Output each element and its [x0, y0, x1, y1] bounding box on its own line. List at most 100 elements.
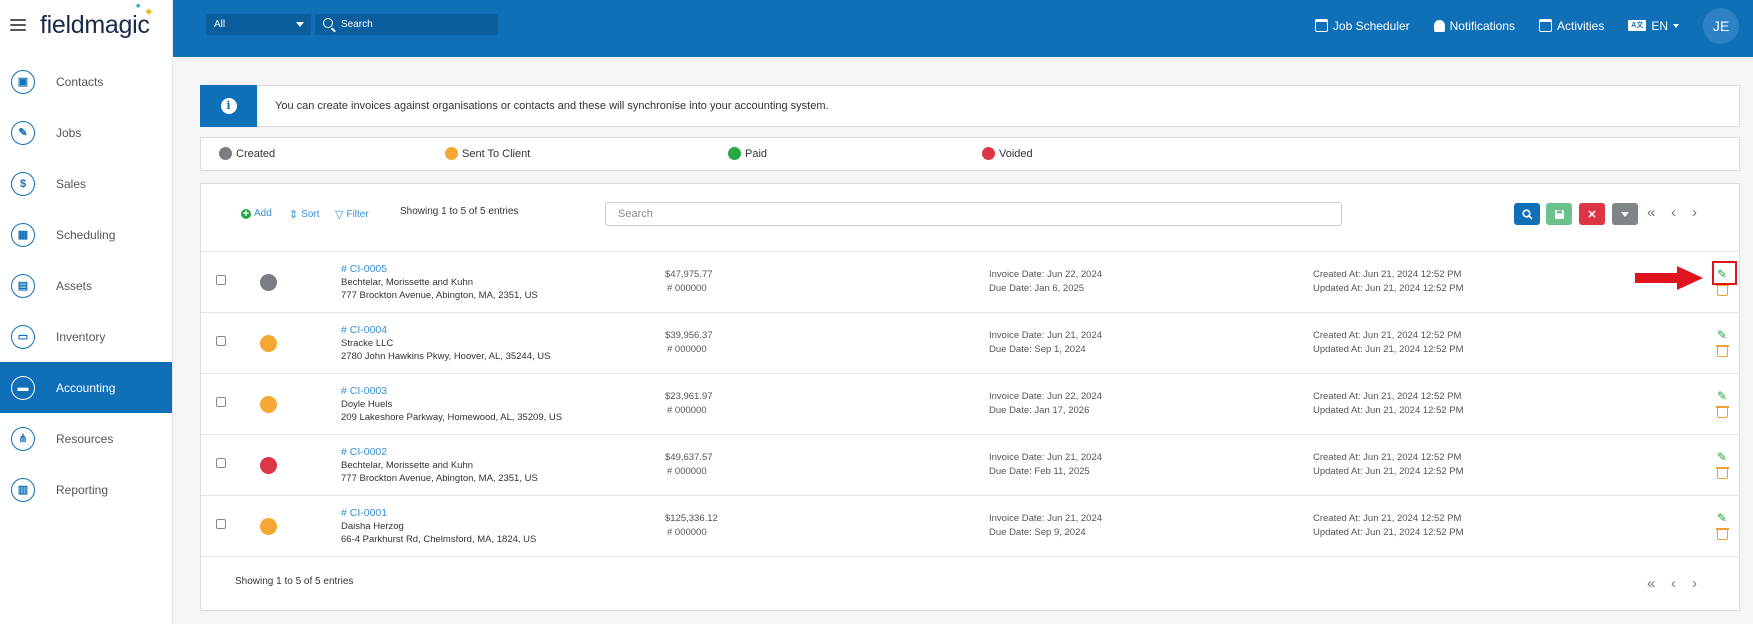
filter-button[interactable]: ▽ Filter	[335, 208, 369, 221]
created-at: Created At: Jun 21, 2024 12:52 PM	[1313, 391, 1462, 402]
invoice-date: Invoice Date: Jun 22, 2024	[989, 391, 1103, 402]
job-scheduler-button[interactable]: Job Scheduler	[1314, 18, 1410, 33]
trash-icon[interactable]	[1716, 406, 1729, 418]
table-row[interactable]: # CI-0003 Doyle Huels 209 Lakeshore Park…	[201, 374, 1739, 435]
options-dropdown-button[interactable]	[1612, 203, 1638, 225]
sidebar-item-assets[interactable]: ▤ Assets	[0, 260, 172, 311]
customer-name: Daisha Herzog	[341, 521, 404, 532]
customer-address: 777 Brockton Avenue, Abington, MA, 2351,…	[341, 290, 538, 301]
trash-icon[interactable]	[1716, 528, 1729, 540]
sidebar-item-resources[interactable]: ⋔ Resources	[0, 413, 172, 464]
logo-prefix: field	[40, 10, 85, 39]
activities-button[interactable]: Activities	[1538, 18, 1605, 33]
trash-icon[interactable]	[1716, 467, 1729, 479]
legend-label: Voided	[999, 147, 1033, 160]
hamburger-menu-icon[interactable]	[10, 19, 26, 31]
row-checkbox[interactable]	[216, 458, 226, 468]
prev-page-icon[interactable]: ‹	[1671, 575, 1676, 592]
calendar-icon: ▦	[11, 222, 35, 247]
legend-paid: Paid	[728, 147, 767, 160]
invoice-number-link[interactable]: # CI-0004	[341, 324, 387, 336]
sidebar-item-inventory[interactable]: ▭ Inventory	[0, 311, 172, 362]
edit-pencil-icon[interactable]: ✎	[1717, 389, 1729, 403]
avatar[interactable]: JE	[1703, 7, 1739, 44]
next-page-icon[interactable]: ›	[1692, 575, 1697, 592]
chevron-down-icon	[1621, 211, 1629, 217]
search-button[interactable]	[1514, 203, 1540, 225]
sort-button[interactable]: ⇕ Sort	[289, 208, 320, 221]
job-scheduler-label: Job Scheduler	[1332, 18, 1410, 33]
due-date: Due Date: Sep 9, 2024	[989, 527, 1086, 538]
search-scope-select[interactable]: All	[206, 14, 311, 35]
fieldmagic-logo[interactable]: fieldmagic ✦ ✦	[40, 1, 154, 40]
notifications-button[interactable]: Notifications	[1433, 19, 1515, 33]
updated-at: Updated At: Jun 21, 2024 12:52 PM	[1313, 344, 1464, 355]
highlight-box	[1712, 261, 1737, 285]
language-select[interactable]: A文 EN	[1628, 19, 1679, 33]
first-page-icon[interactable]: «	[1647, 575, 1655, 592]
table-row[interactable]: # CI-0004 Stracke LLC 2780 John Hawkins …	[201, 313, 1739, 374]
invoice-number-link[interactable]: # CI-0002	[341, 446, 387, 458]
top-bar: All Search Job Scheduler Notifications A…	[173, 0, 1753, 57]
status-dot	[260, 274, 277, 291]
row-checkbox[interactable]	[216, 275, 226, 285]
calendar-icon	[1314, 19, 1328, 32]
sidebar-item-reporting[interactable]: ▥ Reporting	[0, 464, 172, 515]
sidebar-item-label: Resources	[56, 431, 114, 446]
trash-icon[interactable]	[1716, 345, 1729, 357]
save-button[interactable]	[1546, 203, 1572, 225]
invoice-amount: $23,961.97	[665, 391, 713, 402]
entries-count-bottom: Showing 1 to 5 of 5 entries	[235, 576, 354, 587]
sort-label: Sort	[301, 209, 320, 220]
wrench-icon: ✎	[11, 120, 35, 145]
clear-button[interactable]: ✕	[1579, 203, 1605, 225]
sparkle-icon: ✦	[143, 4, 154, 19]
invoice-amount: $47,975.77	[665, 269, 713, 280]
close-icon: ✕	[1587, 208, 1597, 221]
entries-count: Showing 1 to 5 of 5 entries	[400, 206, 519, 217]
sidebar-item-accounting[interactable]: ▬ Accounting	[0, 362, 172, 413]
prev-page-icon[interactable]: ‹	[1671, 204, 1676, 221]
table-row[interactable]: # CI-0005 Bechtelar, Morissette and Kuhn…	[201, 252, 1739, 313]
activities-label: Activities	[1556, 18, 1605, 33]
row-checkbox[interactable]	[216, 336, 226, 346]
invoice-number-link[interactable]: # CI-0001	[341, 507, 387, 519]
invoice-number-link[interactable]: # CI-0005	[341, 263, 387, 275]
sidebar-nav: ▣ Contacts ✎ Jobs $ Sales ▦ Scheduling ▤ Assets ▭ I…	[0, 56, 172, 515]
created-at: Created At: Jun 21, 2024 12:52 PM	[1313, 269, 1462, 280]
table-search-input[interactable]: Search	[605, 202, 1342, 226]
sidebar-item-scheduling[interactable]: ▦ Scheduling	[0, 209, 172, 260]
logo-suffix: magic	[84, 10, 150, 39]
add-label: Add	[254, 208, 272, 219]
edit-pencil-icon[interactable]: ✎	[1717, 328, 1729, 342]
customer-name: Bechtelar, Morissette and Kuhn	[341, 460, 474, 471]
chevron-down-icon	[1673, 23, 1679, 28]
table-row[interactable]: # CI-0001 Daisha Herzog 66-4 Parkhurst R…	[201, 496, 1739, 557]
sidebar-item-label: Inventory	[56, 329, 106, 344]
created-at: Created At: Jun 21, 2024 12:52 PM	[1313, 330, 1462, 341]
first-page-icon[interactable]: «	[1647, 204, 1655, 221]
row-checkbox[interactable]	[216, 519, 226, 529]
edit-pencil-icon[interactable]: ✎	[1717, 450, 1729, 464]
sort-icon: ⇕	[289, 209, 299, 221]
invoice-reference: # 000000	[667, 283, 707, 294]
language-label: EN	[1651, 18, 1668, 33]
sidebar-item-sales[interactable]: $ Sales	[0, 158, 172, 209]
invoice-number-link[interactable]: # CI-0003	[341, 385, 387, 397]
sidebar-item-label: Jobs	[56, 125, 82, 140]
status-dot	[260, 457, 277, 474]
next-page-icon[interactable]: ›	[1692, 204, 1697, 221]
created-at: Created At: Jun 21, 2024 12:52 PM	[1313, 452, 1462, 463]
global-search-input[interactable]: Search	[315, 14, 498, 35]
sidebar-item-jobs[interactable]: ✎ Jobs	[0, 107, 172, 158]
network-icon: ⋔	[11, 426, 35, 451]
sidebar-item-contacts[interactable]: ▣ Contacts	[0, 56, 172, 107]
invoice-amount: $125,336.12	[665, 513, 718, 524]
add-button[interactable]: + Add	[241, 208, 272, 219]
invoice-date: Invoice Date: Jun 21, 2024	[989, 330, 1103, 341]
report-icon: ▥	[11, 477, 35, 502]
row-checkbox[interactable]	[216, 397, 226, 407]
edit-pencil-icon[interactable]: ✎	[1717, 511, 1729, 525]
table-row[interactable]: # CI-0002 Bechtelar, Morissette and Kuhn…	[201, 435, 1739, 496]
trash-icon[interactable]	[1716, 284, 1729, 296]
